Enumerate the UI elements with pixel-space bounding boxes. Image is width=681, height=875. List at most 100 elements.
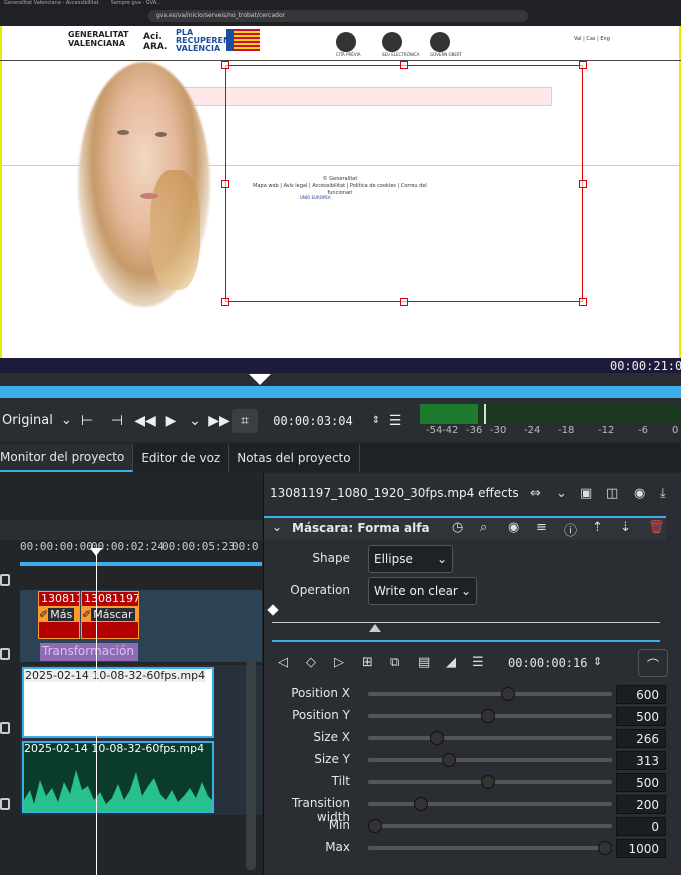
move-down-icon[interactable]: ⇣ — [620, 520, 631, 535]
keyframe-timecode[interactable]: 00:00:00:16 — [508, 656, 587, 670]
browser-tab: Sempre gva - GVA... — [110, 0, 161, 6]
position-x-value[interactable]: 600 — [616, 685, 666, 704]
max-slider-handle[interactable] — [598, 841, 612, 855]
eye-icon[interactable]: ◉ — [508, 520, 519, 535]
timecode-stepper-icon[interactable]: ⇕ — [593, 655, 602, 668]
lock-icon[interactable] — [0, 722, 10, 734]
timer-icon[interactable]: ◷ — [452, 520, 463, 535]
monitor-timecode-field[interactable]: 00:00:03:04 — [258, 409, 368, 433]
copy-icon[interactable]: ⧉ — [390, 655, 399, 670]
tab-project-monitor[interactable]: Monitor del proyecto — [0, 444, 134, 472]
previous-keyframe-icon[interactable]: ◁ — [278, 655, 288, 670]
mask-bounding-box[interactable] — [225, 65, 583, 302]
resize-handle[interactable] — [400, 298, 408, 306]
add-keyframe-icon[interactable]: ◇ — [306, 655, 316, 670]
resize-handle[interactable] — [400, 61, 408, 69]
max-label: Max — [325, 840, 350, 854]
windows-taskbar — [0, 358, 681, 373]
menu-icon[interactable]: ☰ — [472, 655, 484, 670]
size-x-value[interactable]: 266 — [616, 729, 666, 748]
transition-width-value[interactable]: 200 — [616, 795, 666, 814]
building-icon — [382, 32, 402, 52]
lock-icon[interactable] — [0, 798, 10, 810]
tab-voice-editor[interactable]: Editor de voz — [133, 444, 230, 472]
position-x-slider-handle[interactable] — [501, 687, 515, 701]
shape-select[interactable]: Ellipse ⌄ — [368, 545, 453, 573]
max-slider[interactable] — [368, 846, 612, 850]
chevron-down-icon: ⌄ — [436, 552, 447, 566]
collapse-icon[interactable]: ⤓ — [660, 486, 666, 501]
position-y-value[interactable]: 500 — [616, 707, 666, 726]
play-icon[interactable]: ▶ — [158, 409, 184, 433]
menu-icon[interactable]: ☰ — [384, 409, 406, 433]
resize-handle[interactable] — [579, 180, 587, 188]
min-slider-handle[interactable] — [368, 819, 382, 833]
timeline-scrollbar[interactable] — [246, 660, 256, 870]
keyframe-type-icon[interactable]: ⊞ — [362, 655, 373, 670]
resize-handle[interactable] — [221, 61, 229, 69]
lock-icon[interactable] — [0, 574, 10, 586]
position-y-slider-handle[interactable] — [481, 709, 495, 723]
info-icon[interactable]: ⓘ — [564, 520, 577, 539]
tab-project-notes[interactable]: Notas del proyecto — [229, 444, 360, 472]
min-value[interactable]: 0 — [616, 817, 666, 836]
keyframe-timeline[interactable] — [272, 606, 660, 642]
timeline-zone-bar — [20, 562, 262, 566]
keyframe-playhead[interactable] — [369, 624, 381, 632]
transform-composition[interactable]: Transformación — [40, 643, 138, 661]
position-x-slider[interactable] — [368, 692, 612, 696]
resize-handle[interactable] — [579, 61, 587, 69]
magic-wand-icon: ✐ — [39, 607, 49, 621]
tilt-slider-handle[interactable] — [481, 775, 495, 789]
delete-icon[interactable]: 🗑 — [648, 520, 665, 535]
size-y-slider[interactable] — [368, 758, 612, 762]
size-y-value[interactable]: 313 — [616, 751, 666, 770]
transition-width-slider[interactable] — [368, 802, 612, 806]
tilt-label: Tilt — [331, 774, 350, 788]
fast-forward-icon[interactable]: ▶▶ — [206, 409, 232, 433]
eye-icon[interactable]: ◉ — [634, 486, 645, 501]
zoom-mode-select[interactable]: Original ⌄ — [0, 409, 72, 433]
project-monitor[interactable]: Generalitat Valenciana - Accessibilitat … — [0, 0, 681, 373]
compare-icon[interactable]: ⇔ — [530, 486, 541, 501]
chevron-down-icon[interactable]: ⌄ — [556, 486, 567, 501]
timeline-clip[interactable]: 13081197_ ✐Máscar — [81, 591, 139, 639]
set-out-point-icon[interactable]: ⊣ — [102, 409, 132, 433]
resize-handle[interactable] — [579, 298, 587, 306]
resize-handle[interactable] — [221, 180, 229, 188]
rewind-icon[interactable]: ◀◀ — [132, 409, 158, 433]
resize-handle[interactable] — [221, 298, 229, 306]
timeline-ruler[interactable]: 00:00:00:00 00:00:02:24 00:00:05:23 00:0 — [20, 540, 262, 562]
monitor-zone-bar[interactable] — [0, 386, 681, 398]
shape-label: Shape — [312, 551, 350, 565]
collapse-chevron-icon[interactable]: ⌄ — [272, 520, 282, 534]
interpolation-icon[interactable]: ◢ — [446, 655, 456, 670]
split-compare-icon[interactable]: ◫ — [606, 486, 618, 501]
save-icon[interactable]: ▣ — [580, 486, 592, 501]
min-slider[interactable] — [368, 824, 612, 828]
timeline-playhead-head[interactable] — [90, 548, 102, 556]
paste-icon[interactable]: ▤ — [418, 655, 430, 670]
lock-icon[interactable] — [0, 648, 10, 660]
size-y-slider-handle[interactable] — [442, 753, 456, 767]
move-up-icon[interactable]: ⇡ — [592, 520, 603, 535]
timeline-playhead[interactable] — [96, 548, 97, 875]
timeline-clip[interactable]: 130811 ✐ Más — [38, 591, 80, 639]
monitor-playhead[interactable] — [249, 374, 271, 385]
curve-editor-icon[interactable]: ⌒ — [638, 649, 668, 677]
service-seu: SEU ELECTRÒNICA — [382, 32, 419, 57]
size-x-label: Size X — [313, 730, 350, 744]
play-options-chevron-icon[interactable]: ⌄ — [184, 409, 206, 433]
size-x-slider[interactable] — [368, 736, 612, 740]
transition-width-slider-handle[interactable] — [414, 797, 428, 811]
search-icon[interactable]: ⌕ — [480, 520, 487, 535]
settings-icon[interactable]: ≡ — [536, 520, 547, 535]
max-value[interactable]: 1000 — [616, 839, 666, 858]
timecode-stepper-icon[interactable]: ⇕ — [368, 409, 384, 433]
next-keyframe-icon[interactable]: ▷ — [334, 655, 344, 670]
size-x-slider-handle[interactable] — [430, 731, 444, 745]
tilt-value[interactable]: 500 — [616, 773, 666, 792]
operation-select[interactable]: Write on clear ⌄ — [368, 577, 477, 605]
set-in-point-icon[interactable]: ⊢ — [72, 409, 102, 433]
crop-icon[interactable]: ⌗ — [232, 408, 258, 433]
